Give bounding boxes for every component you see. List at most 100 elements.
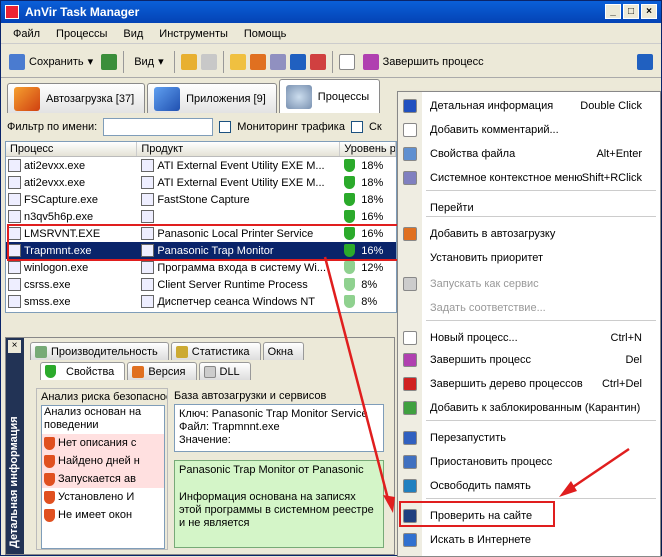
minimize-button[interactable]: _ (605, 4, 621, 19)
table-row[interactable]: smss.exe Диспетчер сеанса Windows NT 8% (6, 293, 396, 310)
table-row[interactable]: csrss.exe Client Server Runtime Process 8% (6, 276, 396, 293)
product-icon (141, 159, 155, 172)
check-icon (403, 99, 417, 113)
menu-item-15[interactable]: Освободить память (398, 474, 660, 498)
list-item: Установлено И (42, 488, 164, 506)
gear-icon[interactable] (269, 53, 286, 70)
table-row[interactable]: Trapmnnt.exe Panasonic Trap Monitor 16% (6, 242, 396, 259)
product-icon (141, 227, 155, 240)
maximize-button[interactable]: □ (623, 4, 639, 19)
menu-item-14[interactable]: Приостановить процесс (398, 450, 660, 474)
menu-item-5[interactable]: Добавить в автозагрузку (398, 222, 660, 246)
risk-list[interactable]: Анализ основан на поведении Нет описания… (41, 405, 165, 549)
save-icon (9, 53, 25, 70)
col-process[interactable]: Процесс (6, 142, 138, 156)
shield-icon (344, 159, 356, 172)
close-details-button[interactable]: × (8, 340, 21, 353)
tab-dll[interactable]: DLL (198, 362, 251, 380)
tab-autorun[interactable]: Автозагрузка [37] (7, 83, 146, 113)
tab-windows[interactable]: Окна (262, 342, 305, 360)
menu-item-label: Новый процесс... (430, 332, 518, 344)
shield-icon (344, 295, 356, 308)
service-icon (403, 277, 417, 291)
risk-level: 8% (361, 295, 378, 308)
menu-item-0[interactable]: Детальная информация Double Click (398, 94, 660, 118)
menu-item-13[interactable]: Перезапустить (398, 426, 660, 450)
magnifier-icon (403, 147, 417, 161)
menu-item-shortcut: Double Click (580, 100, 642, 112)
menu-item-3[interactable]: Системное контекстное меню Shift+RClick (398, 166, 660, 190)
menu-help[interactable]: Помощь (236, 28, 295, 40)
save-button[interactable]: Сохранить ▾ (5, 50, 97, 74)
shield-icon (344, 244, 356, 257)
filter-input[interactable] (103, 118, 214, 136)
menu-item-11[interactable]: Завершить дерево процессов Ctrl+Del (398, 372, 660, 396)
autorun-icon[interactable] (249, 53, 266, 70)
document-icon[interactable] (200, 53, 217, 70)
table-row[interactable]: LMSRVNT.EXE Panasonic Local Printer Servi… (6, 225, 396, 242)
view-button[interactable]: Вид ▾ (130, 50, 167, 74)
extra-checkbox[interactable] (350, 121, 363, 133)
kill-process-button[interactable]: Завершить процесс (359, 50, 488, 74)
close-button[interactable]: × (641, 4, 657, 19)
table-row[interactable]: ati2evxx.exe ATI External Event Utility E… (6, 157, 396, 174)
menu-item-8: Задать соответствие... (398, 296, 660, 320)
table-row[interactable]: FSCapture.exe FastStone Capture 18% (6, 191, 396, 208)
product-name: Client Server Runtime Process (157, 278, 308, 291)
pause-icon (403, 455, 417, 469)
menu-tools[interactable]: Инструменты (151, 28, 236, 40)
chevrons-icon[interactable] (289, 53, 306, 70)
quarantine-icon (403, 401, 417, 415)
menu-item-6[interactable]: Установить приоритет (398, 246, 660, 270)
tab-performance[interactable]: Производительность (30, 342, 169, 360)
menu-item-label: Добавить в автозагрузку (430, 228, 556, 240)
folder-icon[interactable] (229, 53, 246, 70)
save-label: Сохранить (29, 55, 84, 68)
menu-item-2[interactable]: Свойства файла Alt+Enter (398, 142, 660, 166)
tab-properties[interactable]: Свойства (40, 362, 126, 380)
extra-label: Ск (368, 121, 382, 133)
table-row[interactable]: n3qv5h6p.exe 16% (6, 208, 396, 225)
tab-applications[interactable]: Приложения [9] (147, 83, 277, 113)
process-name: winlogon.exe (24, 261, 89, 274)
risk-level: 18% (361, 159, 384, 172)
arrow-right-icon[interactable] (637, 53, 653, 70)
dll-icon (203, 365, 216, 378)
flag-icon[interactable] (309, 53, 326, 70)
menu-view[interactable]: Вид (115, 28, 151, 40)
new-file-icon[interactable] (338, 53, 355, 70)
traffic-checkbox[interactable] (219, 121, 232, 133)
shield-icon (344, 210, 356, 223)
menu-processes[interactable]: Процессы (48, 28, 115, 40)
refresh-icon[interactable] (101, 53, 118, 70)
process-name: FSCapture.exe (24, 193, 98, 206)
col-product[interactable]: Продукт (137, 142, 341, 156)
shield-icon (344, 227, 356, 240)
windows-tab-icon (154, 86, 181, 111)
menu-item-10[interactable]: Завершить процесс Del (398, 348, 660, 372)
tab-applications-label: Приложения [9] (186, 92, 266, 105)
search-icon[interactable] (180, 53, 197, 70)
risk-subtitle: Анализ основан на поведении (44, 406, 142, 431)
menu-item-17[interactable]: Искать в Интернете (398, 528, 660, 552)
tab-version[interactable]: Версия (127, 362, 197, 380)
menu-item-label: Искать в Интернете (430, 534, 532, 546)
list-item: Запускается ав (42, 470, 164, 488)
table-row[interactable]: ati2evxx.exe ATI External Event Utility E… (6, 174, 396, 191)
process-table: Процесс Продукт Уровень р ati2evxx.exe AT… (5, 141, 397, 313)
context-menu: Детальная информация Double Click Добавить… (397, 91, 661, 557)
menu-item-12[interactable]: Добавить к заблокированным (Карантин) (398, 396, 660, 420)
details-sidebar-label: Детальная информация (8, 416, 20, 548)
menu-item-9[interactable]: Новый процесс... Ctrl+N (398, 326, 660, 350)
tab-processes[interactable]: Процессы (278, 79, 381, 113)
menu-item-label: Перейти (430, 202, 474, 214)
table-row[interactable]: winlogon.exe Программа входа в систему Wi… (6, 259, 396, 276)
warning-shield-icon (44, 508, 55, 522)
menu-file[interactable]: Файл (5, 28, 48, 40)
menu-item-16[interactable]: Проверить на сайте (398, 504, 660, 528)
tab-statistics[interactable]: Статистика (170, 342, 261, 360)
menu-item-1[interactable]: Добавить комментарий... (398, 118, 660, 142)
col-level[interactable]: Уровень р (340, 142, 396, 156)
warning-shield-icon (44, 490, 55, 504)
globe-icon (403, 533, 417, 547)
